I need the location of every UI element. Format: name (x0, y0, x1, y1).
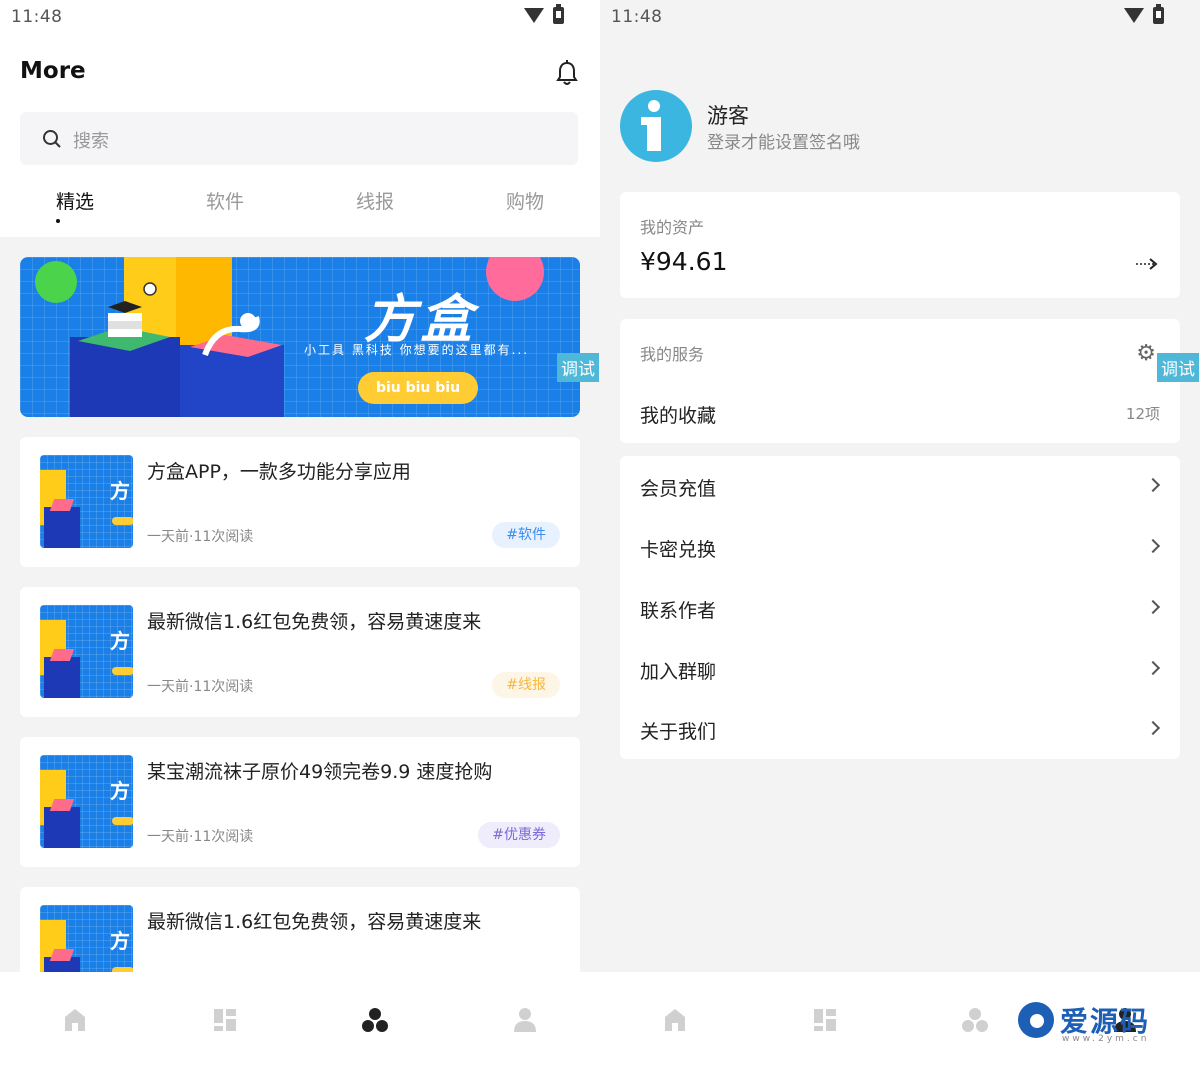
tab-deals[interactable]: 线报 (335, 187, 415, 214)
article-title: 最新微信1.6红包免费领，容易黄速度来 (147, 911, 482, 933)
article-thumbnail: 方 (40, 605, 133, 698)
menu-item-about-us[interactable]: 关于我们 (620, 699, 1180, 759)
banner-button[interactable]: biu biu biu (358, 372, 478, 404)
article-card[interactable]: 方 方盒APP，一款多功能分享应用 一天前·11次阅读 #软件 (20, 437, 580, 567)
favorites-label: 我的收藏 (640, 405, 717, 427)
avatar[interactable] (620, 90, 692, 162)
user-icon[interactable] (513, 1007, 537, 1033)
chevron-right-icon (1145, 538, 1161, 554)
article-card[interactable]: 方 某宝潮流袜子原价49领完卷9.9 速度抢购 一天前·11次阅读 #优惠券 (20, 737, 580, 867)
dashboard-icon[interactable] (213, 1007, 237, 1033)
menu-item-label: 卡密兑换 (640, 539, 717, 561)
article-tag[interactable]: #软件 (492, 522, 560, 548)
menu-item-join-group[interactable]: 加入群聊 (620, 639, 1180, 699)
active-tab-indicator (56, 219, 60, 223)
article-thumbnail: 方 (40, 455, 133, 548)
notification-bell-icon[interactable] (556, 60, 578, 86)
services-panel: 我的服务 ⚙ 我的收藏 12项 (620, 319, 1180, 443)
profile-screen: 11:48 游客 登录才能设置签名哦 我的资产 ¥94.61 我的服务 ⚙ 我的… (600, 0, 1200, 1067)
arrow-right-icon[interactable] (1136, 258, 1158, 270)
chevron-right-icon (1145, 477, 1161, 493)
menu-item-card-redeem[interactable]: 卡密兑换 (620, 517, 1180, 577)
status-time: 11:48 (611, 7, 663, 27)
wifi-icon (524, 8, 544, 23)
home-icon[interactable] (63, 1007, 87, 1033)
status-bar: 11:48 (600, 0, 1200, 34)
assets-amount: ¥94.61 (640, 247, 728, 276)
chevron-right-icon (1145, 720, 1161, 736)
header-area: 11:48 More 搜索 精选 软件 线报 购物 (0, 0, 600, 237)
article-meta: 一天前·11次阅读 (147, 829, 254, 845)
wifi-icon (1124, 8, 1144, 23)
banner-subtitle: 小工具 黑科技 你想要的这里都有... (304, 343, 530, 357)
article-title: 方盒APP，一款多功能分享应用 (147, 461, 411, 483)
user-name: 游客 (707, 104, 749, 128)
chevron-right-icon (1145, 660, 1161, 676)
page-title: More (20, 58, 86, 84)
bottom-nav (0, 972, 600, 1067)
article-title: 最新微信1.6红包免费领，容易黄速度来 (147, 611, 482, 633)
assets-label: 我的资产 (640, 218, 705, 237)
menu-item-label: 会员充值 (640, 478, 717, 500)
banner-illustration (35, 257, 544, 417)
discover-icon[interactable] (961, 1007, 989, 1033)
menu-item-label: 关于我们 (640, 721, 717, 743)
menu-item-contact-author[interactable]: 联系作者 (620, 578, 1180, 638)
article-tag[interactable]: #线报 (492, 672, 560, 698)
menu-item-label: 联系作者 (640, 600, 717, 622)
search-placeholder: 搜索 (73, 131, 109, 152)
menu-item-vip-recharge[interactable]: 会员充值 (620, 456, 1180, 516)
assets-panel[interactable]: 我的资产 ¥94.61 (620, 192, 1180, 298)
discover-icon[interactable] (361, 1007, 389, 1033)
article-tag[interactable]: #优惠券 (478, 822, 560, 848)
battery-icon (1153, 4, 1164, 24)
promo-banner[interactable]: 方盒 小工具 黑科技 你想要的这里都有... biu biu biu (20, 257, 580, 417)
services-label: 我的服务 (640, 345, 705, 364)
dashboard-icon[interactable] (813, 1007, 837, 1033)
article-title: 某宝潮流袜子原价49领完卷9.9 速度抢购 (147, 761, 493, 783)
status-time: 11:48 (11, 7, 63, 27)
tab-software[interactable]: 软件 (185, 187, 265, 214)
watermark-url: www.2ym.cn (1062, 1034, 1150, 1044)
menu-item-label: 加入群聊 (640, 661, 717, 683)
home-icon[interactable] (663, 1007, 687, 1033)
watermark-logo: 爱源码 www.2ym.cn (1018, 1000, 1188, 1050)
favorites-row[interactable]: 我的收藏 12项 (620, 383, 1180, 443)
menu-panel: 会员充值 卡密兑换 联系作者 加入群聊 关于我们 (620, 456, 1180, 759)
chevron-right-icon (1145, 599, 1161, 615)
article-meta: 一天前·11次阅读 (147, 529, 254, 545)
article-meta: 一天前·11次阅读 (147, 679, 254, 695)
battery-icon (553, 4, 564, 24)
debug-tag[interactable]: 调试 (557, 353, 599, 382)
tab-shopping[interactable]: 购物 (485, 187, 565, 214)
article-thumbnail: 方 (40, 755, 133, 848)
tab-featured[interactable]: 精选 (35, 187, 115, 214)
search-icon (43, 130, 61, 148)
user-signature: 登录才能设置签名哦 (707, 133, 860, 153)
status-bar: 11:48 (0, 0, 600, 34)
gear-icon[interactable]: ⚙ (1136, 341, 1156, 366)
search-input[interactable]: 搜索 (20, 112, 578, 165)
favorites-count: 12项 (1125, 405, 1160, 423)
more-screen: 11:48 More 搜索 精选 软件 线报 购物 方盒 小工具 黑科技 你想要… (0, 0, 600, 1067)
article-card[interactable]: 方 最新微信1.6红包免费领，容易黄速度来 一天前·11次阅读 #线报 (20, 587, 580, 717)
debug-tag[interactable]: 调试 (1157, 353, 1199, 382)
